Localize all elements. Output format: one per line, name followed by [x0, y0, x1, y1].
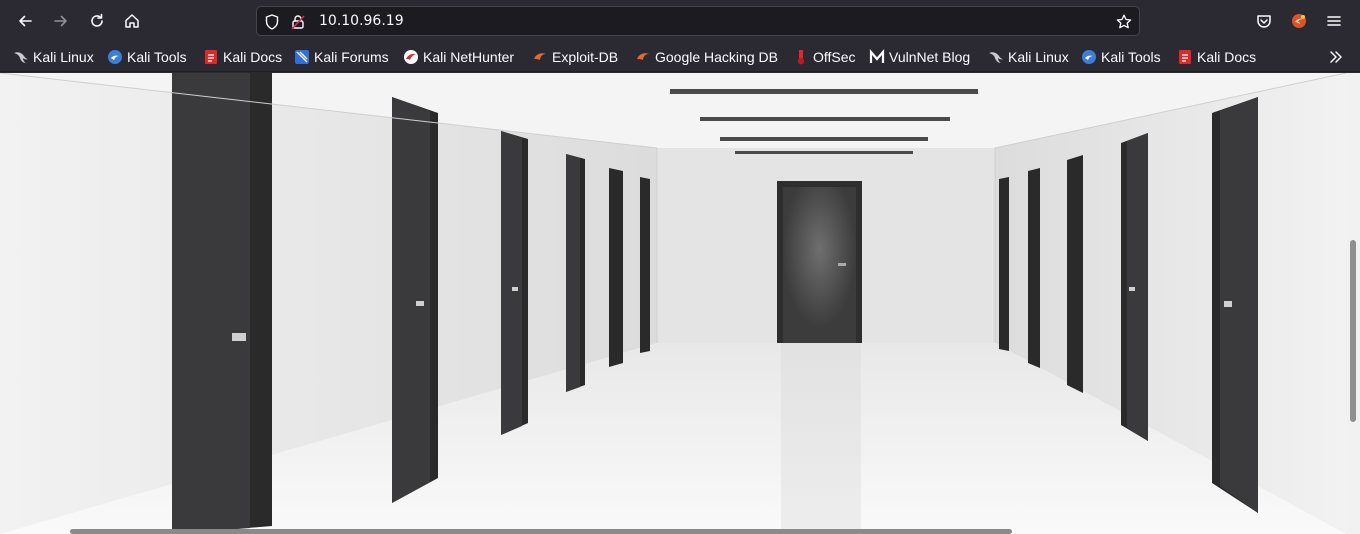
nethunter-icon — [403, 49, 419, 65]
kali-docs-icon — [203, 49, 219, 65]
bookmark-offsec[interactable]: OffSec — [793, 48, 856, 66]
kali-tools-icon — [1081, 49, 1097, 65]
reload-button[interactable] — [85, 9, 109, 33]
bookmarks-overflow-button[interactable] — [1328, 48, 1348, 66]
bookmark-kali-linux-2[interactable]: Kali Linux — [988, 48, 1069, 66]
kali-dragon-icon — [13, 49, 29, 65]
forward-button[interactable] — [49, 9, 73, 33]
bookmark-kali-nethunter[interactable]: Kali NetHunter — [403, 48, 514, 66]
chevron-double-right-icon — [1328, 49, 1344, 65]
url-text[interactable]: 10.10.96.19 — [319, 13, 404, 29]
page-content — [0, 73, 1360, 534]
bookmark-vulnnet-blog[interactable]: VulnNet Blog — [869, 48, 970, 66]
home-icon — [125, 14, 139, 28]
forward-icon — [54, 15, 67, 27]
back-button[interactable] — [13, 9, 37, 33]
pocket-button[interactable] — [1252, 9, 1276, 33]
kali-dragon-icon — [988, 49, 1004, 65]
kali-forums-icon — [294, 49, 310, 65]
browser-toolbar: 10.10.96.19 — [0, 0, 1360, 42]
hamburger-menu-icon — [1327, 16, 1341, 26]
bookmark-kali-tools[interactable]: Kali Tools — [107, 48, 187, 66]
kali-extension-icon — [1292, 14, 1306, 28]
offsec-icon — [793, 49, 809, 65]
kali-tools-icon — [107, 49, 123, 65]
vertical-scrollbar-thumb[interactable] — [1350, 240, 1356, 422]
home-button[interactable] — [120, 9, 144, 33]
exploit-db-icon — [532, 49, 548, 65]
bookmark-kali-docs[interactable]: Kali Docs — [203, 48, 282, 66]
bookmark-kali-docs-2[interactable]: Kali Docs — [1177, 48, 1256, 66]
address-bar[interactable]: 10.10.96.19 — [256, 6, 1140, 36]
bookmark-kali-linux[interactable]: Kali Linux — [13, 48, 94, 66]
kali-docs-icon — [1177, 49, 1193, 65]
bookmark-kali-tools-2[interactable]: Kali Tools — [1081, 48, 1161, 66]
star-icon[interactable] — [1115, 13, 1133, 31]
bookmark-exploit-db[interactable]: Exploit-DB — [532, 48, 618, 66]
lock-slash-icon[interactable] — [289, 13, 307, 31]
horizontal-scrollbar-thumb[interactable] — [70, 529, 1012, 534]
pocket-icon — [1257, 15, 1271, 28]
menu-button[interactable] — [1322, 9, 1346, 33]
horizontal-scrollbar[interactable] — [0, 528, 1346, 534]
ghdb-icon — [635, 49, 651, 65]
reload-icon — [91, 13, 103, 27]
vertical-scrollbar[interactable] — [1346, 73, 1360, 534]
vulnnet-icon — [869, 49, 885, 65]
shield-icon[interactable] — [263, 13, 281, 31]
back-icon — [19, 15, 32, 27]
extension-button[interactable] — [1287, 9, 1311, 33]
bookmark-google-hacking-db[interactable]: Google Hacking DB — [635, 48, 778, 66]
bookmark-kali-forums[interactable]: Kali Forums — [294, 48, 389, 66]
bookmarks-toolbar: Kali Linux Kali Tools Kali Docs Kali For… — [0, 42, 1360, 72]
corridor-with-doors-image — [0, 73, 1346, 534]
